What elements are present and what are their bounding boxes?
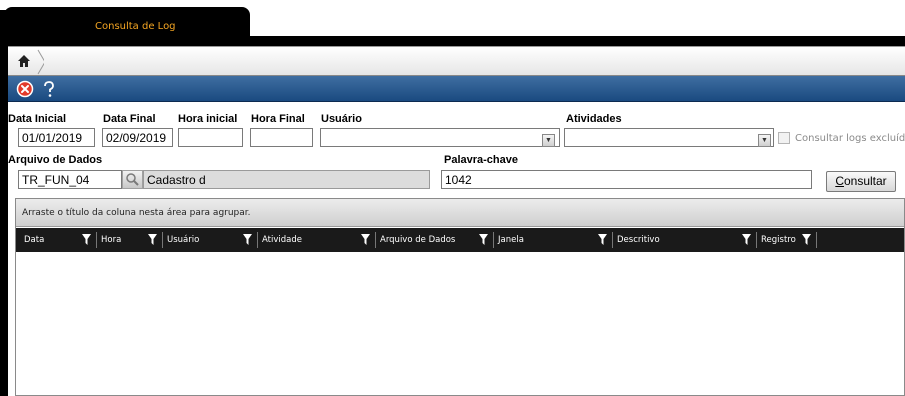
close-button[interactable]: [16, 80, 34, 98]
grid-header: Data Hora Usuário Atividade Arquivo de D…: [16, 228, 904, 252]
tab-label: Consulta de Log: [95, 21, 176, 32]
arquivo-search-button[interactable]: [122, 170, 143, 189]
usuario-select[interactable]: [320, 128, 560, 147]
column-header-hora[interactable]: Hora: [97, 232, 163, 248]
column-label: Descritivo: [617, 235, 660, 245]
group-by-hint: Arraste o título da coluna nesta área pa…: [22, 208, 251, 218]
close-icon: [16, 80, 34, 98]
filter-form: Data Inicial Data Final Hora inicial Hor…: [8, 102, 905, 198]
help-icon: [44, 81, 54, 97]
arquivo-description-field: Cadastro d: [143, 170, 430, 189]
tab-consulta-de-log[interactable]: Consulta de Log: [4, 7, 250, 36]
toolbar: [8, 76, 905, 102]
column-header-usuario[interactable]: Usuário: [163, 232, 258, 248]
breadcrumb: [8, 46, 905, 76]
hora-final-field[interactable]: [250, 128, 313, 147]
filter-icon[interactable]: [802, 234, 811, 245]
filter-icon[interactable]: [598, 234, 607, 245]
atividades-select[interactable]: [564, 128, 774, 147]
data-final-label: Data Final: [103, 113, 156, 125]
column-label: Data: [24, 235, 45, 245]
column-header-data[interactable]: Data: [20, 232, 97, 248]
usuario-label: Usuário: [321, 113, 362, 125]
tab-strip: [8, 36, 905, 46]
filter-icon[interactable]: [82, 234, 91, 245]
home-icon: [18, 49, 44, 75]
palavra-chave-field[interactable]: 1042: [441, 170, 812, 189]
column-label: Janela: [498, 235, 524, 245]
column-header-janela[interactable]: Janela: [494, 232, 613, 248]
consultar-button[interactable]: Consultar: [826, 171, 896, 192]
usuario-dropdown-button[interactable]: ▼: [542, 134, 555, 147]
data-final-field[interactable]: 02/09/2019: [102, 128, 173, 147]
filter-icon[interactable]: [148, 234, 157, 245]
consultar-button-mnemonic: C: [835, 174, 844, 188]
grid-body: [16, 252, 904, 395]
column-header-descritivo[interactable]: Descritivo: [613, 232, 757, 248]
magnifier-icon: [126, 173, 139, 186]
consultar-excluidos-label: Consultar logs excluídos: [795, 133, 905, 144]
palavra-chave-label: Palavra-chave: [444, 154, 518, 166]
log-grid: Arraste o título da coluna nesta área pa…: [15, 198, 905, 396]
arquivo-de-dados-label: Arquivo de Dados: [8, 154, 103, 166]
atividades-label: Atividades: [566, 113, 622, 125]
column-label: Atividade: [262, 235, 302, 245]
log-query-window: Consulta de Log Data Inicial Data Final …: [0, 0, 905, 396]
filter-icon[interactable]: [243, 234, 252, 245]
help-button[interactable]: [40, 80, 58, 98]
hora-inicial-label: Hora inicial: [178, 113, 238, 125]
arquivo-de-dados-field[interactable]: TR_FUN_04: [18, 170, 122, 189]
hora-final-label: Hora Final: [251, 113, 305, 125]
filter-icon[interactable]: [742, 234, 751, 245]
column-label: Arquivo de Dados: [380, 235, 456, 245]
hora-inicial-field[interactable]: [178, 128, 243, 147]
group-by-area[interactable]: Arraste o título da coluna nesta área pa…: [16, 199, 904, 227]
data-inicial-field[interactable]: 01/01/2019: [18, 128, 95, 147]
atividades-dropdown-button[interactable]: ▼: [758, 134, 771, 147]
column-label: Hora: [101, 235, 122, 245]
column-header-atividade[interactable]: Atividade: [258, 232, 376, 248]
filter-icon[interactable]: [479, 234, 488, 245]
window-frame-left: [0, 10, 8, 396]
filter-icon[interactable]: [361, 234, 370, 245]
breadcrumb-home[interactable]: [10, 49, 44, 75]
column-header-arquivo-de-dados[interactable]: Arquivo de Dados: [376, 232, 494, 248]
data-inicial-label: Data Inicial: [8, 113, 67, 125]
consultar-excluidos-checkbox[interactable]: [778, 132, 790, 144]
consultar-button-label: onsultar: [843, 174, 887, 188]
column-header-registro[interactable]: Registro: [757, 232, 817, 248]
column-label: Usuário: [167, 235, 200, 245]
column-label: Registro: [761, 235, 796, 245]
